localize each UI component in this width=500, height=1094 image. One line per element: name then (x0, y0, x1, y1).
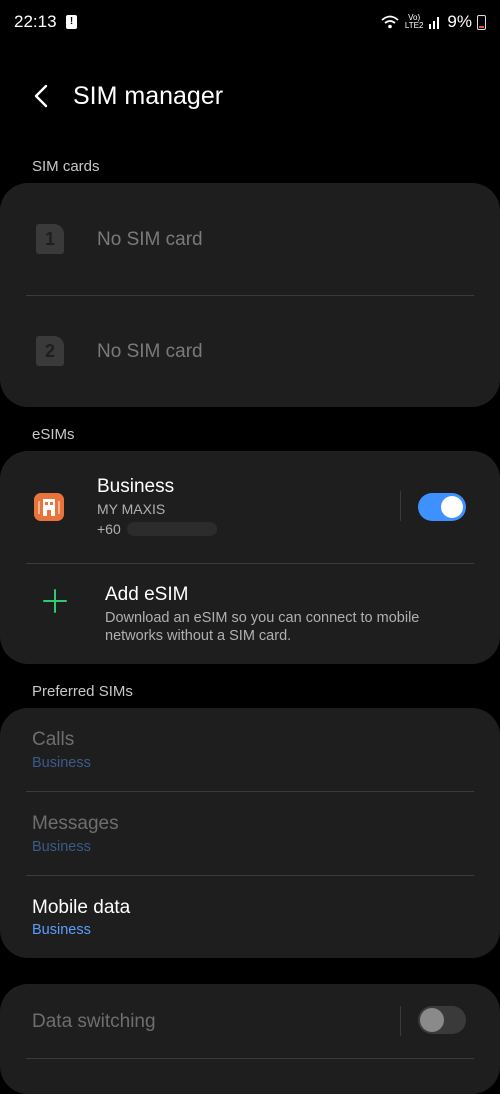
alert-notification-icon: ! (66, 15, 77, 29)
vertical-divider (400, 1006, 401, 1036)
plus-icon (43, 589, 67, 613)
data-switching-row[interactable]: Data switching (0, 984, 500, 1058)
calls-value: Business (32, 755, 91, 771)
preferred-mobile-data-row[interactable]: Mobile data Business (0, 875, 500, 958)
add-esim-description: Download an eSIM so you can connect to m… (105, 610, 420, 644)
preferred-messages-row[interactable]: Messages Business (0, 791, 500, 875)
sim-card-icon: 1 (36, 224, 64, 254)
toggle-knob (420, 1008, 444, 1032)
esims-card: Business MY MAXIS +60 Add eSIM Download … (0, 451, 500, 664)
signal-icon (429, 16, 440, 29)
mobile-data-value: Business (32, 922, 91, 938)
preferred-sims-card: Calls Business Messages Business Mobile … (0, 708, 500, 958)
esim-enable-toggle[interactable] (418, 493, 466, 521)
esim-phone-number: +60 (97, 521, 217, 537)
data-switching-toggle[interactable] (418, 1006, 466, 1034)
esim-building-icon (34, 493, 64, 521)
sim-slot-status: No SIM card (97, 341, 203, 362)
sim-cards-section-label: SIM cards (32, 158, 100, 175)
preferred-calls-row[interactable]: Calls Business (0, 708, 500, 791)
wifi-icon (381, 15, 399, 29)
esim-profile-row[interactable]: Business MY MAXIS +60 (0, 451, 500, 563)
back-arrow-icon[interactable] (28, 82, 56, 110)
battery-icon (477, 14, 486, 30)
sim-card-icon: 2 (36, 336, 64, 366)
page-title: SIM manager (73, 82, 224, 110)
preferred-sims-section-label: Preferred SIMs (32, 683, 133, 700)
vertical-divider (400, 491, 401, 521)
data-switching-card: Data switching (0, 984, 500, 1094)
esim-operator: MY MAXIS (97, 501, 166, 517)
phone-prefix: +60 (97, 521, 121, 537)
add-esim-row[interactable]: Add eSIM Download an eSIM so you can con… (0, 563, 500, 664)
add-esim-title: Add eSIM (105, 584, 189, 605)
status-icons: Vo) LTE2 9% (380, 12, 486, 32)
data-switching-title: Data switching (32, 1011, 156, 1032)
status-bar: 22:13 ! Vo) LTE2 9% (0, 0, 500, 44)
volte-icon: Vo) LTE2 (404, 13, 424, 30)
messages-value: Business (32, 839, 91, 855)
sim-cards-card: 1 No SIM card 2 No SIM card (0, 183, 500, 407)
app-header: SIM manager (0, 70, 500, 126)
battery-percent: 9% (447, 12, 472, 31)
redacted-number (126, 522, 217, 536)
mobile-data-title: Mobile data (32, 897, 131, 918)
toggle-knob (441, 496, 463, 518)
esim-profile-name: Business (97, 476, 175, 497)
sim-slot-1: 1 No SIM card (0, 183, 500, 295)
divider (26, 1058, 474, 1059)
sim-slot-2: 2 No SIM card (0, 295, 500, 407)
calls-title: Calls (32, 729, 75, 750)
messages-title: Messages (32, 813, 119, 834)
sim-slot-status: No SIM card (97, 229, 203, 250)
status-time: 22:13 (14, 12, 57, 31)
esims-section-label: eSIMs (32, 426, 75, 443)
